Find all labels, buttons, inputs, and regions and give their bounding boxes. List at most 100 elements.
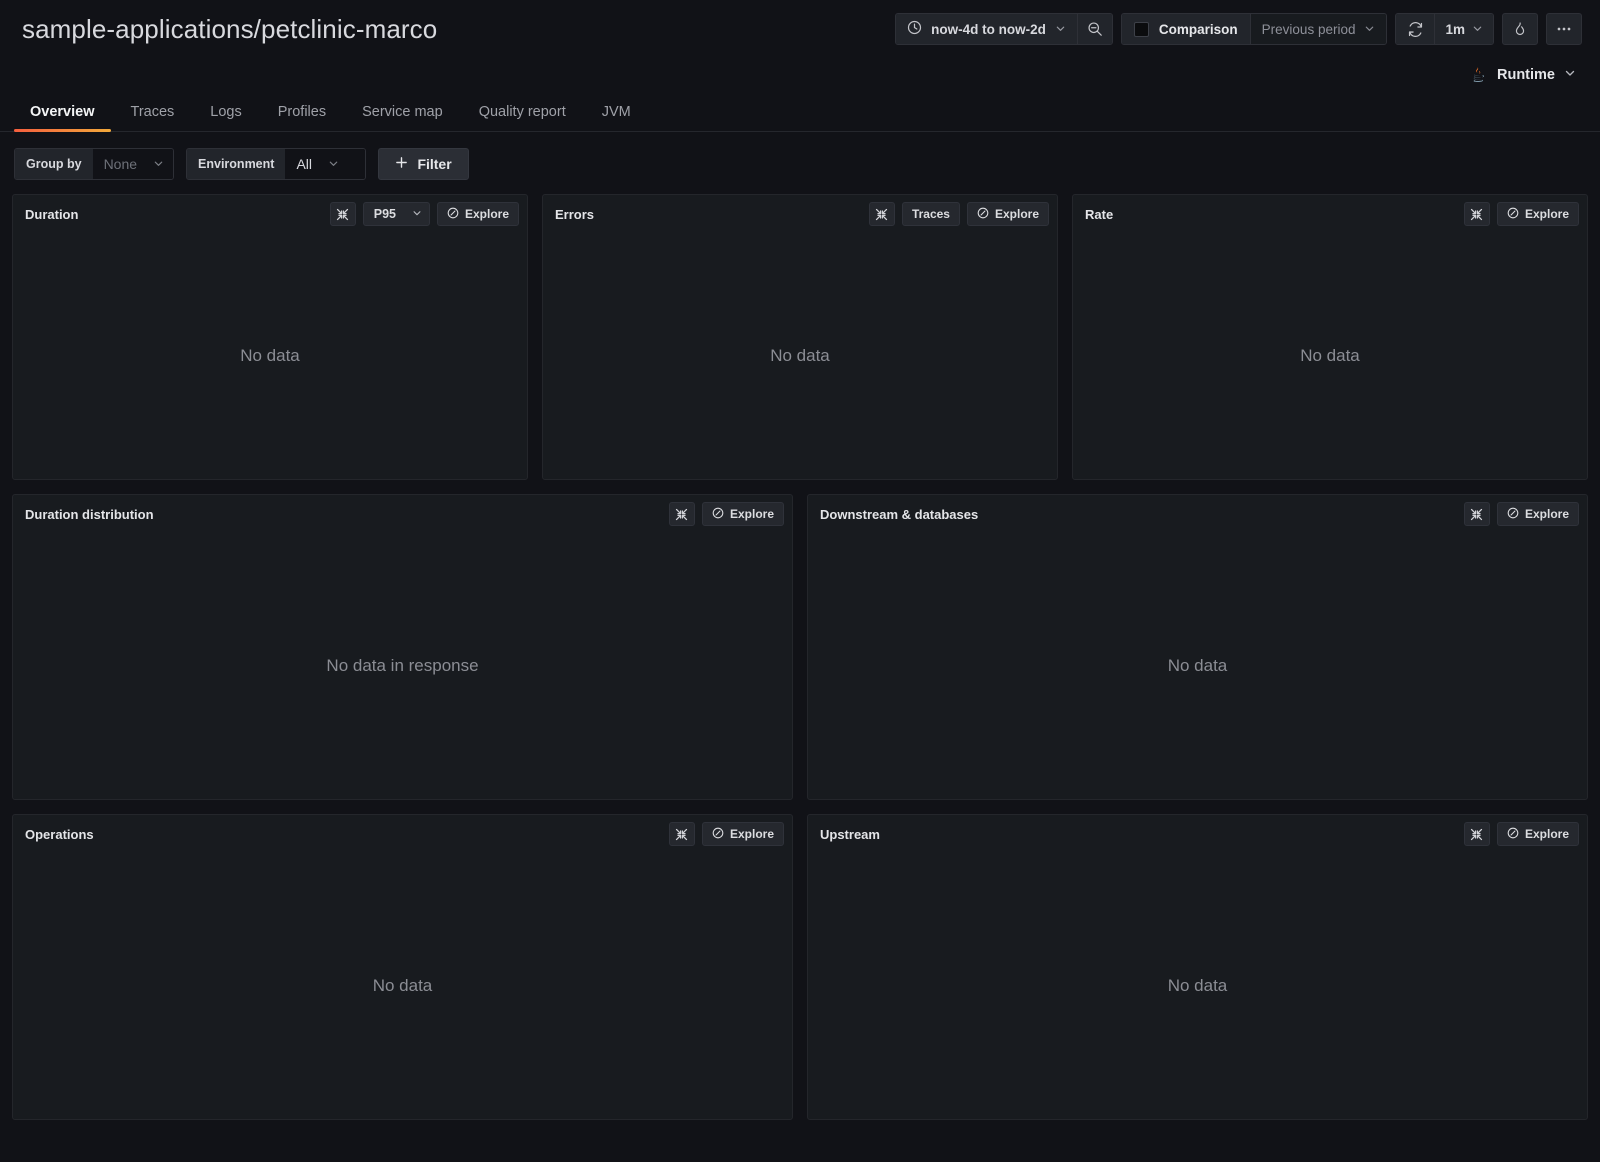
environment-select[interactable]: All: [285, 149, 366, 179]
explore-button[interactable]: Explore: [966, 202, 1049, 226]
tab-service-map[interactable]: Service map: [344, 104, 461, 131]
tab-profiles[interactable]: Profiles: [260, 104, 344, 131]
tab-label: Service map: [362, 104, 443, 120]
panel-body: No data: [13, 233, 527, 479]
panel-header: Downstream & databases Explore: [808, 495, 1587, 533]
tab-jvm[interactable]: JVM: [584, 104, 649, 131]
explore-button[interactable]: Explore: [701, 502, 784, 526]
tab-logs[interactable]: Logs: [192, 104, 259, 131]
panel-body: No data: [543, 233, 1057, 479]
panel-title: Downstream & databases: [820, 506, 979, 522]
tab-quality-report[interactable]: Quality report: [461, 104, 584, 131]
more-options-icon[interactable]: [1546, 13, 1582, 45]
group-by-select[interactable]: None: [92, 149, 174, 179]
panel-actions: Explore: [668, 502, 784, 526]
panel-header: Upstream Explore: [808, 815, 1587, 853]
compass-icon: [447, 207, 459, 222]
environment-control: Environment All: [186, 148, 367, 180]
explore-button[interactable]: Explore: [1496, 502, 1579, 526]
group-by-value: None: [103, 156, 138, 172]
flame-icon[interactable]: [1502, 13, 1538, 45]
panel-body: No data: [1073, 233, 1587, 479]
panel-operations: Operations Explore No data: [12, 814, 793, 1120]
panel-title: Duration: [25, 206, 79, 222]
environment-value: All: [296, 156, 312, 172]
panel-title: Rate: [1085, 206, 1114, 222]
plus-icon: [395, 156, 408, 172]
time-range-picker[interactable]: now-4d to now-2d: [896, 14, 1077, 44]
panel-body: No data in response: [13, 533, 792, 799]
tab-label: Overview: [30, 104, 95, 120]
compress-arrows-icon[interactable]: [1463, 502, 1490, 526]
compass-icon: [1507, 207, 1519, 222]
comparison-label: Comparison: [1158, 21, 1238, 37]
refresh-interval-select[interactable]: 1m: [1435, 14, 1493, 44]
tab-bar: Overview Traces Logs Profiles Service ma…: [0, 92, 1600, 132]
runtime-label: Runtime: [1497, 67, 1555, 83]
page-title: sample-applications/petclinic-marco: [22, 13, 438, 44]
chevron-down-icon: [1055, 22, 1066, 37]
explore-label: Explore: [1524, 507, 1569, 521]
explore-label: Explore: [464, 207, 509, 221]
add-filter-label: Filter: [417, 156, 452, 172]
traces-button[interactable]: Traces: [901, 202, 960, 226]
panel-duration: Duration P95 Explore No data: [12, 194, 528, 480]
compress-arrows-icon[interactable]: [1463, 202, 1490, 226]
panel-row-3: Operations Explore No data Upstream Expl…: [12, 814, 1588, 1120]
comparison-checkbox[interactable]: [1133, 21, 1149, 37]
no-data-message: No data: [1167, 976, 1228, 995]
comparison-period-select[interactable]: Previous period: [1250, 14, 1387, 44]
explore-button[interactable]: Explore: [436, 202, 519, 226]
refresh-icon[interactable]: [1396, 14, 1435, 44]
compress-arrows-icon[interactable]: [668, 822, 695, 846]
no-data-message: No data: [240, 346, 300, 365]
explore-label: Explore: [1524, 207, 1569, 221]
runtime-selector[interactable]: Runtime: [1468, 65, 1576, 85]
time-range-group: now-4d to now-2d: [895, 13, 1113, 45]
no-data-message: No data: [1300, 346, 1360, 365]
clock-icon: [907, 20, 922, 38]
panel-actions: Explore: [1463, 202, 1579, 226]
zoom-out-icon[interactable]: [1077, 14, 1112, 44]
panel-header: Duration distribution Explore: [13, 495, 792, 533]
panel-actions: P95 Explore: [329, 202, 519, 226]
explore-label: Explore: [1524, 827, 1569, 841]
explore-button[interactable]: Explore: [1496, 202, 1579, 226]
tab-overview[interactable]: Overview: [12, 104, 113, 132]
refresh-interval-value: 1m: [1445, 21, 1465, 37]
panel-header: Duration P95 Explore: [13, 195, 527, 233]
explore-button[interactable]: Explore: [1496, 822, 1579, 846]
tab-traces[interactable]: Traces: [113, 104, 193, 131]
chevron-down-icon: [1364, 22, 1375, 37]
add-filter-button[interactable]: Filter: [378, 148, 469, 180]
panel-grid: Duration P95 Explore No data Errors Trac…: [0, 194, 1600, 1120]
compass-icon: [977, 207, 989, 222]
compass-icon: [712, 827, 724, 842]
filter-bar: Group by None Environment All Filter: [0, 132, 1600, 194]
panel-actions: Explore: [668, 822, 784, 846]
panel-title: Upstream: [820, 826, 880, 842]
panel-rate: Rate Explore No data: [1072, 194, 1588, 480]
explore-button[interactable]: Explore: [701, 822, 784, 846]
chevron-down-icon: [412, 207, 422, 221]
chevron-down-icon: [328, 156, 339, 172]
compass-icon: [1507, 827, 1519, 842]
comparison-toggle[interactable]: Comparison: [1121, 14, 1250, 44]
compress-arrows-icon[interactable]: [329, 202, 356, 226]
environment-label: Environment: [187, 149, 286, 179]
percentile-value: P95: [373, 207, 396, 221]
compress-arrows-icon[interactable]: [1463, 822, 1490, 846]
panel-row-1: Duration P95 Explore No data Errors Trac…: [12, 194, 1588, 480]
panel-actions: Explore: [1463, 502, 1579, 526]
panel-header: Rate Explore: [1073, 195, 1587, 233]
compress-arrows-icon[interactable]: [668, 502, 695, 526]
panel-header: Errors Traces Explore: [543, 195, 1057, 233]
percentile-select[interactable]: P95: [362, 202, 430, 226]
tab-label: JVM: [601, 104, 631, 120]
panel-header: Operations Explore: [13, 815, 792, 853]
no-data-message: No data: [770, 346, 830, 365]
chevron-down-icon: [1564, 67, 1576, 83]
panel-errors: Errors Traces Explore No data: [542, 194, 1058, 480]
refresh-group: 1m: [1395, 13, 1494, 45]
compress-arrows-icon[interactable]: [868, 202, 895, 226]
